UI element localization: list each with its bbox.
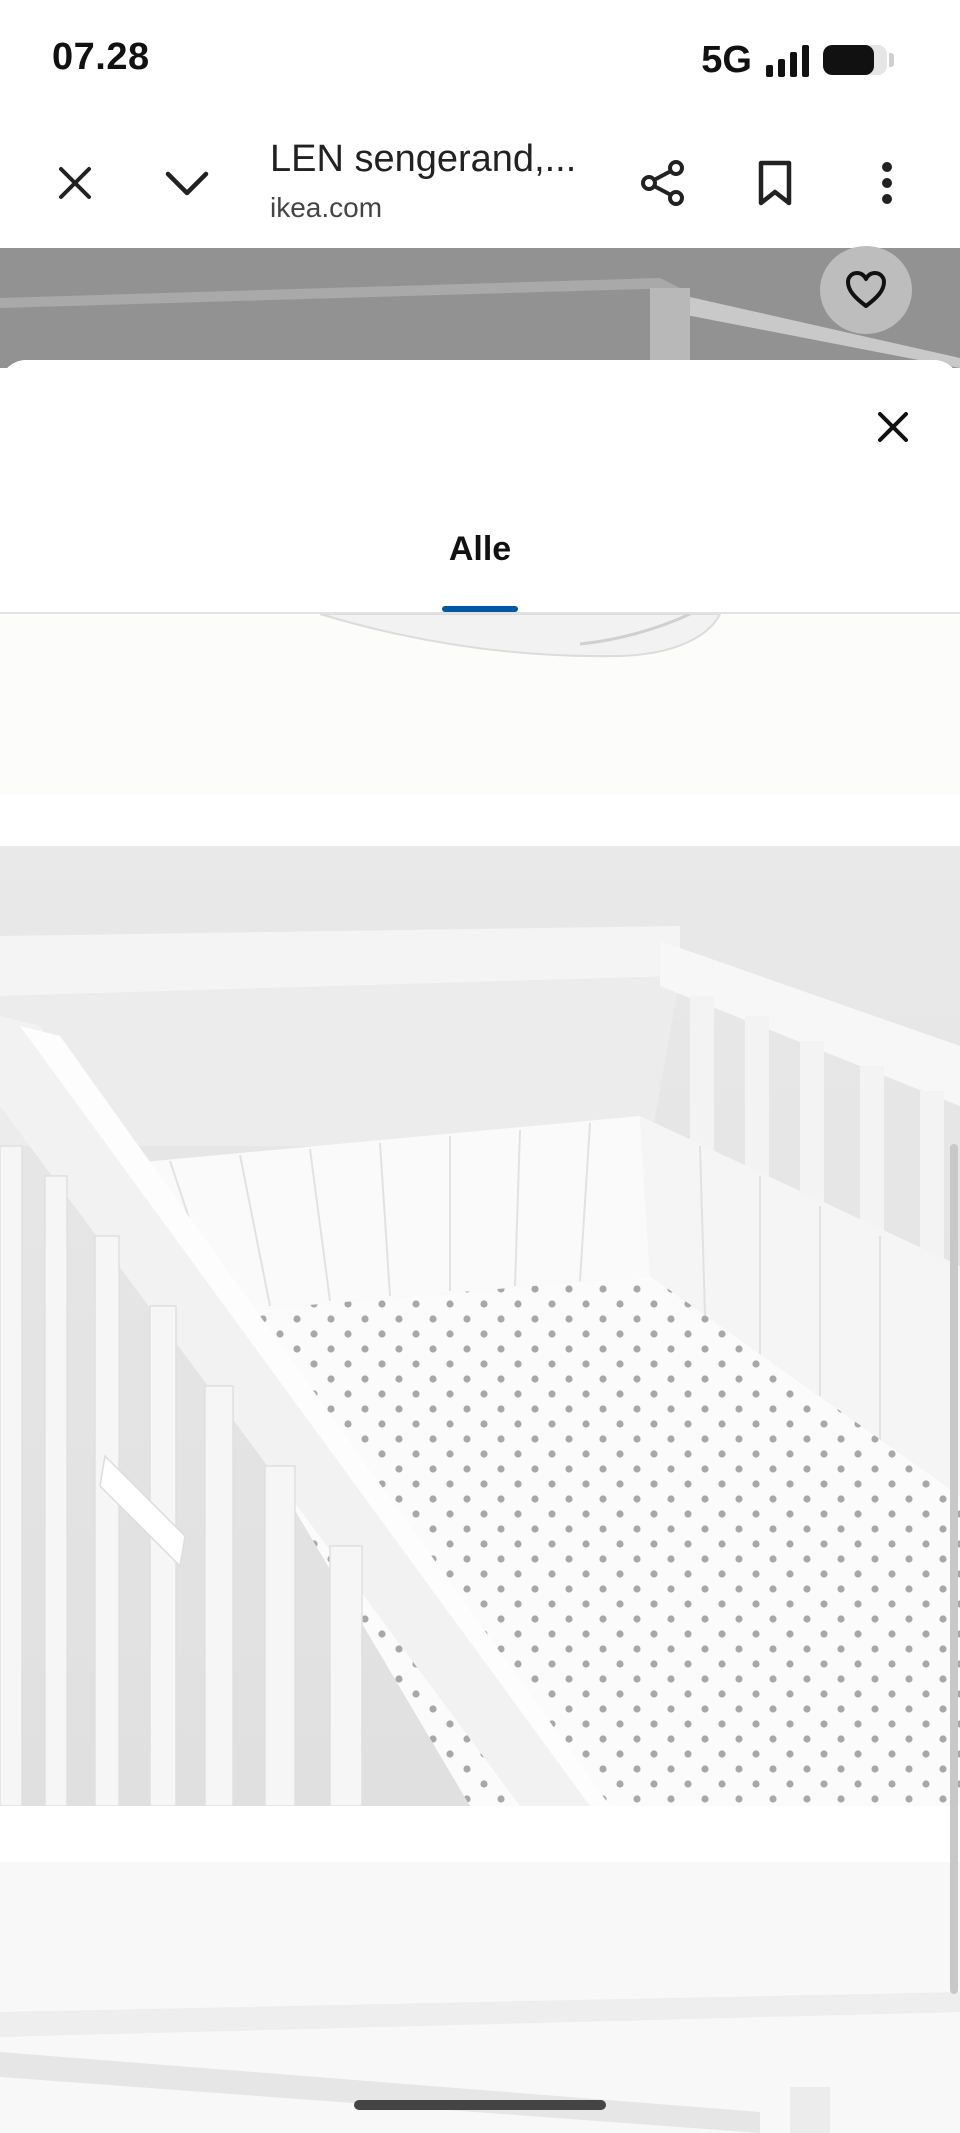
- product-image-partial[interactable]: [0, 614, 960, 794]
- close-icon[interactable]: [862, 396, 924, 458]
- bookmark-icon[interactable]: [740, 148, 810, 218]
- tab-alle[interactable]: Alle: [400, 510, 560, 612]
- page-url[interactable]: ikea.com: [270, 192, 382, 224]
- image-gallery-sheet: Alle: [0, 360, 960, 2133]
- close-icon[interactable]: [40, 148, 110, 218]
- product-image-next[interactable]: [0, 1862, 960, 2133]
- home-indicator[interactable]: [354, 2100, 606, 2110]
- crib-bumper-image[interactable]: [0, 846, 960, 1807]
- tab-label: Alle: [448, 530, 512, 568]
- more-vert-icon[interactable]: [852, 148, 922, 218]
- status-bar: 07.28 5G: [0, 0, 960, 118]
- network-label: 5G: [701, 38, 752, 81]
- signal-icon: [766, 43, 809, 77]
- battery-icon: [823, 45, 894, 75]
- share-icon[interactable]: [628, 148, 698, 218]
- scrollbar[interactable]: [950, 1144, 958, 1994]
- status-icons: 5G: [701, 38, 894, 82]
- chevron-down-icon[interactable]: [152, 148, 222, 218]
- heart-icon[interactable]: [820, 246, 912, 334]
- gallery-scroll[interactable]: [0, 614, 960, 2133]
- status-time: 07.28: [52, 36, 150, 78]
- tab-bar: Alle: [0, 510, 960, 614]
- page-title[interactable]: LEN sengerand,...: [270, 138, 576, 181]
- active-tab-indicator: [442, 606, 518, 612]
- background-product-photo: [0, 248, 960, 368]
